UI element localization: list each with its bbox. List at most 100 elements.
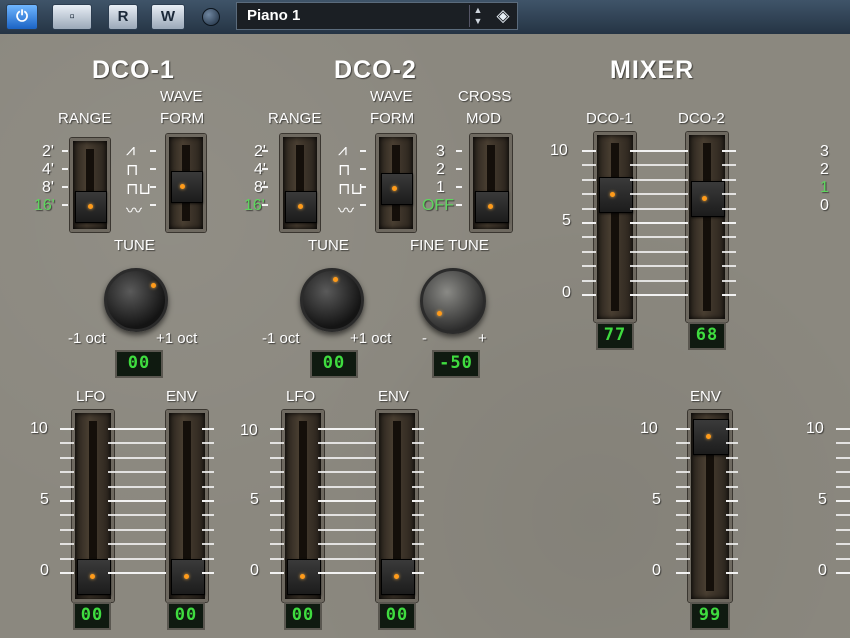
tick-mark (722, 193, 736, 196)
monitor-button[interactable]: ▫ (52, 4, 92, 30)
tick-mark (722, 222, 736, 224)
switch-tick (456, 168, 462, 170)
tick-mark (318, 471, 376, 474)
cross-mod-3: 3 (436, 143, 445, 160)
dco2-range-switch[interactable] (280, 134, 320, 232)
dco1-waveform-handle[interactable] (171, 171, 203, 203)
right-value-3: 3 (820, 143, 829, 160)
tick-mark (676, 428, 690, 430)
preset-browser-icon[interactable]: ◈ (493, 6, 513, 26)
dco2-range-16: 16' (244, 197, 265, 214)
tick-mark (202, 485, 214, 488)
dco2-waveform-handle[interactable] (381, 173, 413, 205)
tick-mark (202, 428, 214, 430)
write-automation-button[interactable]: W (151, 4, 185, 30)
dco2-scale-10: 10 (240, 422, 258, 439)
dco1-tune-display: 00 (115, 350, 163, 378)
read-automation-button[interactable]: R (108, 4, 138, 30)
dco2-cross-label: CROSS (458, 88, 512, 105)
tick-mark (630, 193, 688, 196)
tick-mark (412, 485, 424, 488)
mixer-scale-5: 5 (562, 212, 571, 229)
tick-mark (836, 528, 850, 531)
tick-mark (582, 265, 596, 268)
switch-tick (62, 186, 68, 188)
tick-mark (676, 500, 690, 502)
tick-mark (582, 236, 596, 239)
arrow-down-icon[interactable]: ▼ (470, 16, 486, 27)
tick-mark (60, 557, 74, 560)
tick-mark (722, 294, 736, 296)
tick-mark (60, 572, 74, 574)
tick-mark (412, 572, 424, 574)
tick-mark (202, 442, 214, 445)
mixer-dco2-handle[interactable] (691, 181, 725, 217)
dco2-noise-wave-icon: 〰 (338, 201, 355, 220)
tick-mark (412, 428, 424, 430)
switch-tick (456, 204, 462, 206)
dco2-env-handle[interactable] (381, 559, 415, 595)
mixer-scale-10: 10 (550, 142, 568, 159)
tick-mark (270, 514, 284, 517)
cross-mod-2: 2 (436, 161, 445, 178)
tick-mark (318, 500, 376, 502)
dco1-range-16: 16' (34, 197, 55, 214)
cross-mod-switch[interactable] (470, 134, 512, 232)
switch-tick (262, 150, 268, 152)
tick-mark (722, 236, 736, 239)
tick-mark (726, 456, 738, 459)
fine-tune-knob[interactable] (420, 268, 486, 334)
tick-mark (630, 250, 688, 253)
noise-wave-icon: 〰 (126, 201, 143, 220)
tick-mark (836, 428, 850, 430)
dco2-tune-knob[interactable] (300, 268, 364, 332)
tick-mark (108, 456, 166, 459)
tick-mark (676, 572, 690, 574)
dco1-range-switch[interactable] (70, 138, 110, 232)
tick-mark (108, 500, 166, 502)
dco1-tune-knob[interactable] (104, 268, 168, 332)
dco2-sawtooth-wave-icon: ⩘ (338, 140, 348, 159)
tick-mark (318, 528, 376, 531)
dco1-range-handle[interactable] (75, 191, 107, 223)
fine-tune-label: FINE TUNE (410, 237, 489, 254)
switch-tick (150, 168, 156, 170)
tick-mark (726, 543, 738, 546)
dco1-waveform-switch[interactable] (166, 134, 206, 232)
cross-mod-handle[interactable] (475, 191, 509, 223)
tick-mark (412, 471, 424, 474)
tick-mark (412, 514, 424, 517)
tick-mark (270, 543, 284, 546)
preset-stepper[interactable]: ▲ ▼ (469, 5, 486, 27)
tick-mark (726, 428, 738, 430)
dco2-lfo-handle[interactable] (287, 559, 321, 595)
dco1-form-label: FORM (160, 110, 205, 127)
arrow-up-icon[interactable]: ▲ (470, 5, 486, 16)
tick-mark (726, 572, 738, 574)
right-value-0: 0 (820, 197, 829, 214)
tick-mark (836, 514, 850, 517)
tick-mark (318, 485, 376, 488)
dco2-range-handle[interactable] (285, 191, 317, 223)
mixer-env-handle[interactable] (693, 419, 729, 455)
tick-mark (60, 428, 74, 430)
tick-mark (582, 164, 596, 167)
tick-mark (318, 557, 376, 560)
dco1-env-handle[interactable] (171, 559, 205, 595)
tick-mark (726, 557, 738, 560)
mixer-dco1-handle[interactable] (599, 177, 633, 213)
power-button[interactable]: ⏻ (6, 4, 38, 30)
preset-selector[interactable]: Piano 1 ▲ ▼ ◈ (236, 2, 518, 30)
dco1-lfo-handle[interactable] (77, 559, 111, 595)
dco2-lfo-label: LFO (286, 388, 316, 405)
tick-mark (412, 557, 424, 560)
tick-mark (630, 222, 688, 224)
tick-mark (676, 514, 690, 517)
tick-mark (582, 193, 596, 196)
switch-tick (262, 186, 268, 188)
dco2-scale-5: 5 (250, 491, 259, 508)
dco2-tune-label: TUNE (308, 237, 349, 254)
dco2-waveform-switch[interactable] (376, 134, 416, 232)
tick-mark (412, 500, 424, 502)
tick-mark (108, 543, 166, 546)
